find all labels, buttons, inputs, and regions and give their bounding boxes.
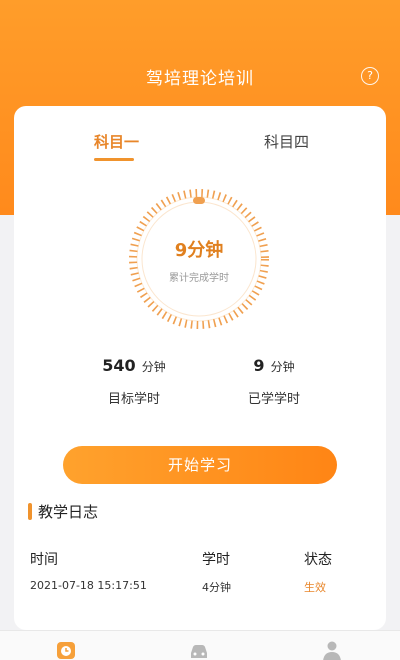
- learned-hours-label: 已学学时: [247, 392, 300, 407]
- dial-value: 9分钟: [174, 240, 224, 261]
- car-icon[interactable]: [188, 639, 210, 660]
- main-card: 科目一 科目四 9分钟 累计完成学时 540 分钟 目标学时 9 分钟 已学学时 开…: [14, 106, 386, 630]
- column-header-status: 状态: [304, 552, 332, 568]
- column-header-hours: 学时: [202, 552, 230, 568]
- help-icon[interactable]: ?: [361, 67, 379, 85]
- active-tab-indicator: [94, 158, 134, 161]
- start-study-button[interactable]: 开始学习: [63, 446, 337, 484]
- person-icon[interactable]: [321, 639, 343, 660]
- learned-hours-stat: 9 分钟 已学学时: [204, 356, 344, 407]
- dial-label: 累计完成学时: [169, 273, 229, 284]
- learned-hours-unit: 分钟: [270, 360, 295, 374]
- target-hours-label: 目标学时: [107, 392, 160, 407]
- section-accent-bar: [28, 503, 32, 520]
- target-hours-unit: 分钟: [141, 360, 166, 374]
- table-row-hours: 4分钟: [202, 581, 231, 594]
- progress-dial: 9分钟 累计完成学时: [124, 184, 274, 334]
- page-title: 驾培理论培训: [146, 69, 254, 89]
- target-hours-stat: 540 分钟 目标学时: [64, 356, 204, 407]
- column-header-time: 时间: [30, 552, 58, 568]
- tab-subject-one[interactable]: 科目一: [94, 131, 139, 152]
- table-row-time: 2021-07-18 15:17:51: [30, 579, 147, 592]
- target-hours-value: 540: [102, 356, 136, 375]
- clock-icon[interactable]: [55, 639, 77, 660]
- bottom-nav: [0, 630, 400, 660]
- table-row-status: 生效: [304, 581, 326, 594]
- section-title: 教学日志: [38, 503, 99, 521]
- tab-subject-four[interactable]: 科目四: [264, 131, 309, 152]
- learned-hours-value: 9: [253, 356, 265, 375]
